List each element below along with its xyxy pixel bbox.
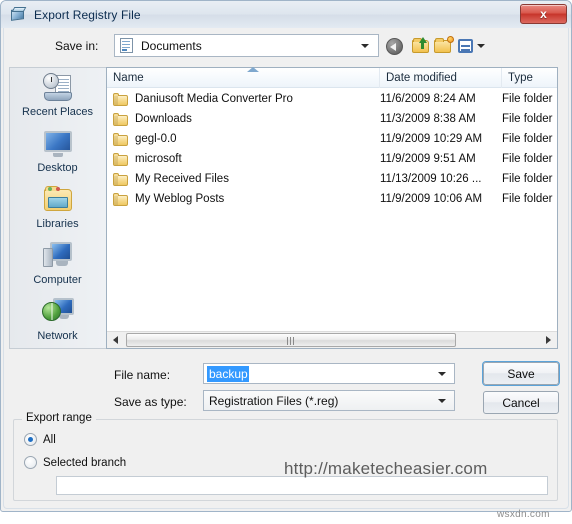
views-grid-icon — [458, 39, 473, 53]
place-label: Network — [37, 330, 78, 342]
title-bar: Export Registry File x — [1, 1, 571, 28]
places-bar: Recent Places Desktop Libraries Computer — [9, 67, 106, 349]
table-row[interactable]: My Weblog Posts 11/9/2009 10:06 AM File … — [107, 189, 557, 209]
file-name-cell: My Received Files — [107, 169, 380, 189]
scrollbar-thumb[interactable] — [126, 333, 456, 347]
chevron-down-icon — [438, 399, 446, 403]
file-name-value: backup — [207, 365, 249, 382]
place-item-recent-places[interactable]: Recent Places — [10, 70, 105, 126]
export-range-legend: Export range — [22, 412, 96, 424]
radio-icon-unselected — [24, 456, 37, 469]
folder-icon — [113, 192, 129, 206]
folder-icon — [113, 92, 129, 106]
recent-places-icon — [42, 72, 74, 104]
file-type-cell: File folder — [502, 133, 553, 145]
file-type-cell: File folder — [502, 193, 553, 205]
place-item-network[interactable]: Network — [10, 294, 105, 350]
sort-ascending-icon — [247, 67, 259, 72]
table-row[interactable]: Daniusoft Media Converter Pro 11/6/2009 … — [107, 89, 557, 109]
file-name-cell: gegl-0.0 — [107, 129, 380, 149]
new-folder-button[interactable] — [432, 35, 454, 57]
triangle-right-icon — [546, 336, 551, 344]
file-name-input[interactable]: backup — [203, 363, 455, 384]
file-name-cell: Daniusoft Media Converter Pro — [107, 89, 380, 109]
radio-icon-selected — [24, 433, 37, 446]
file-date-cell: 11/9/2009 10:29 AM — [380, 133, 483, 145]
place-item-desktop[interactable]: Desktop — [10, 126, 105, 182]
file-name-label: File name: — [114, 368, 171, 382]
file-type-cell: File folder — [502, 113, 553, 125]
registry-editor-icon — [10, 6, 27, 23]
file-type-cell: File folder — [502, 93, 553, 105]
table-row[interactable]: gegl-0.0 11/9/2009 10:29 AM File folder — [107, 129, 557, 149]
place-label: Desktop — [37, 162, 78, 174]
table-row[interactable]: microsoft 11/9/2009 9:51 AM File folder — [107, 149, 557, 169]
network-icon — [41, 296, 74, 328]
file-date-cell: 11/13/2009 10:26 ... — [380, 173, 482, 185]
place-item-computer[interactable]: Computer — [10, 238, 105, 294]
column-header-type[interactable]: Type — [502, 68, 559, 88]
file-list-rows: Daniusoft Media Converter Pro 11/6/2009 … — [107, 89, 557, 330]
horizontal-scrollbar[interactable] — [107, 331, 557, 348]
file-date-cell: 11/9/2009 9:51 AM — [380, 153, 476, 165]
back-button[interactable] — [384, 35, 406, 57]
folder-icon — [113, 172, 129, 186]
save-as-type-label: Save as type: — [114, 395, 187, 409]
place-label: Computer — [33, 274, 82, 286]
radio-export-selected-branch[interactable]: Selected branch — [24, 456, 126, 469]
place-label: Libraries — [36, 218, 79, 230]
scroll-left-button[interactable] — [107, 332, 124, 348]
export-range-group: Export range All Selected branch — [13, 412, 558, 501]
radio-export-all[interactable]: All — [24, 433, 56, 446]
documents-icon — [120, 38, 134, 53]
save-in-row: Save in: Documents — [1, 34, 571, 60]
file-name-cell: My Weblog Posts — [107, 189, 380, 209]
radio-label: Selected branch — [43, 456, 127, 469]
file-date-cell: 11/6/2009 8:24 AM — [380, 93, 476, 105]
triangle-left-icon — [113, 336, 118, 344]
cancel-button[interactable]: Cancel — [483, 391, 559, 414]
selected-branch-input[interactable] — [56, 476, 548, 495]
file-list-header: Name Date modified Type — [107, 68, 557, 88]
close-icon: x — [540, 7, 547, 21]
column-header-name[interactable]: Name — [107, 68, 380, 88]
computer-icon — [42, 240, 74, 272]
place-item-libraries[interactable]: Libraries — [10, 182, 105, 238]
file-date-cell: 11/3/2009 8:38 AM — [380, 113, 476, 125]
file-date-cell: 11/9/2009 10:06 AM — [380, 193, 483, 205]
views-button[interactable] — [456, 35, 486, 57]
scroll-right-button[interactable] — [540, 332, 557, 348]
table-row[interactable]: Downloads 11/3/2009 8:38 AM File folder — [107, 109, 557, 129]
folder-icon — [113, 152, 129, 166]
chevron-down-icon — [477, 44, 485, 48]
file-list-panel: Name Date modified Type Daniusoft Media … — [106, 67, 558, 349]
table-row[interactable]: My Received Files 11/13/2009 10:26 ... F… — [107, 169, 557, 189]
save-as-type-dropdown[interactable]: Registration Files (*.reg) — [203, 390, 455, 411]
folder-icon — [113, 132, 129, 146]
save-button[interactable]: Save — [483, 362, 559, 385]
chevron-down-icon — [361, 44, 369, 48]
desktop-icon — [42, 128, 74, 160]
save-as-type-value: Registration Files (*.reg) — [209, 393, 339, 408]
export-registry-file-dialog: Export Registry File x Save in: Document… — [0, 0, 572, 512]
folder-icon — [113, 112, 129, 126]
up-one-level-button[interactable] — [410, 35, 432, 57]
radio-label: All — [43, 433, 56, 446]
save-in-label: Save in: — [55, 39, 99, 53]
column-header-date-modified[interactable]: Date modified — [380, 68, 502, 88]
place-label: Recent Places — [22, 106, 93, 118]
close-button[interactable]: x — [520, 4, 567, 24]
file-name-cell: microsoft — [107, 149, 380, 169]
save-in-value: Documents — [141, 38, 202, 53]
libraries-icon — [42, 184, 74, 216]
file-type-cell: File folder — [502, 173, 553, 185]
file-type-cell: File folder — [502, 153, 553, 165]
window-title: Export Registry File — [34, 7, 141, 22]
chevron-down-icon[interactable] — [438, 372, 446, 376]
save-in-dropdown[interactable]: Documents — [114, 34, 379, 57]
file-name-cell: Downloads — [107, 109, 380, 129]
grip-icon — [287, 337, 295, 345]
